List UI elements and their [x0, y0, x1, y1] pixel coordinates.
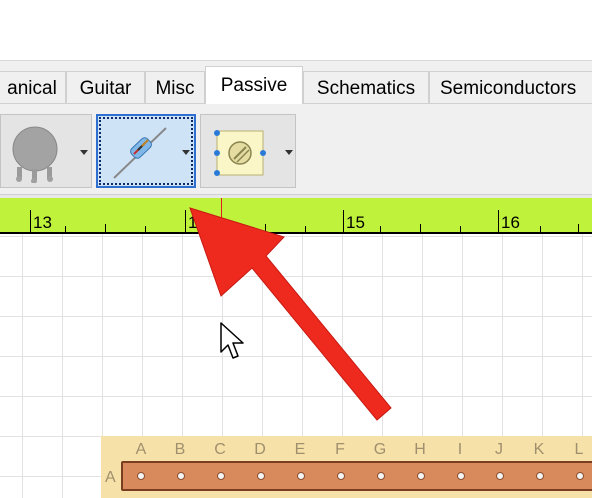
red-arrow-icon — [189, 207, 392, 421]
mouse-cursor-icon — [220, 322, 244, 359]
tab-passive[interactable]: Passive — [205, 66, 303, 104]
